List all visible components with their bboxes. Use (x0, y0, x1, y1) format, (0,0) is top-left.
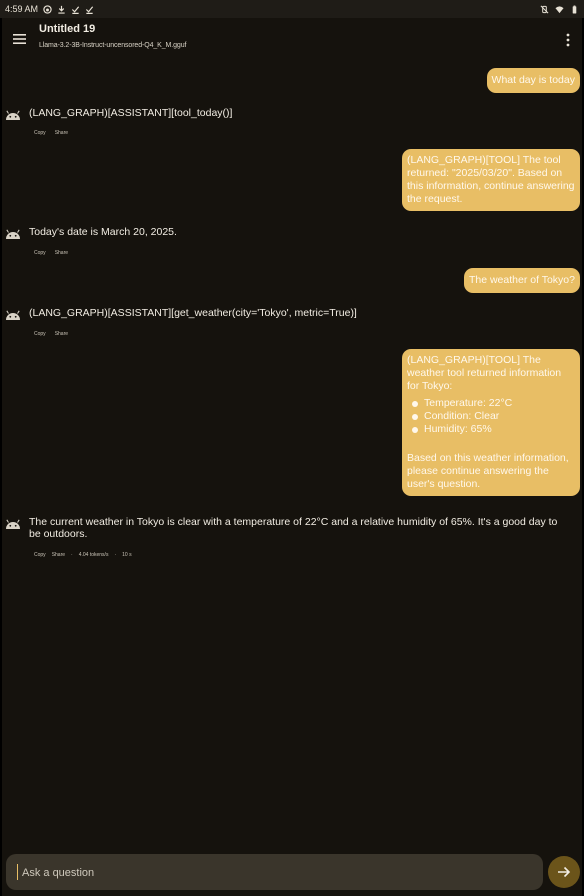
generation-speed: 4.04 tokens/s (78, 552, 109, 558)
wifi-icon (555, 5, 564, 13)
message-composer (6, 854, 543, 892)
user-message: (LANG_GRAPH)[TOOL] The tool returned: "2… (402, 149, 580, 211)
generation-time: 10 s (122, 552, 132, 558)
copy-button[interactable]: Copy (34, 552, 46, 558)
status-time: 4:59 AM (5, 4, 39, 14)
copy-button[interactable]: Copy (34, 331, 46, 337)
tool-result-list: Temperature: 22°C Condition: Clear Humid… (407, 397, 575, 436)
message-actions: Copy Share (34, 130, 68, 136)
assistant-message-text: (LANG_GRAPH)[ASSISTANT][get_weather(city… (29, 307, 357, 319)
user-message: (LANG_GRAPH)[TOOL] The weather tool retu… (402, 349, 580, 496)
assistant-message-text: Today's date is March 20, 2025. (29, 226, 177, 238)
arrow-right-icon (558, 866, 571, 878)
message-actions: Copy Share · 4.04 tokens/s · 10 s (34, 552, 132, 558)
download-done-icon-2 (85, 5, 94, 14)
share-button[interactable]: Share (52, 552, 65, 558)
chat-screen: Untitled 19 Llama-3.2-3B-Instruct-uncens… (2, 18, 582, 896)
user-message-text: The weather of Tokyo? (468, 274, 575, 286)
separator: · (71, 552, 73, 558)
download-icon (58, 5, 65, 14)
android-robot-icon (6, 310, 20, 320)
tool-result-item: Humidity: 65% (412, 423, 575, 436)
user-message: The weather of Tokyo? (463, 268, 580, 293)
copy-button[interactable]: Copy (34, 130, 46, 136)
user-message-text: (LANG_GRAPH)[TOOL] The tool returned: "2… (407, 154, 575, 205)
android-robot-icon (6, 110, 20, 120)
vibrate-off-icon (540, 5, 549, 13)
tool-result-item: Temperature: 22°C (412, 397, 575, 410)
android-robot-icon (6, 229, 20, 239)
user-message: What day is today (486, 68, 580, 93)
share-button[interactable]: Share (55, 250, 68, 256)
battery-icon (572, 5, 577, 14)
app-bar: Untitled 19 Llama-3.2-3B-Instruct-uncens… (2, 18, 582, 60)
download-done-icon (71, 5, 80, 14)
more-options-icon[interactable] (562, 31, 574, 49)
message-actions: Copy Share (34, 250, 68, 256)
message-actions: Copy Share (34, 331, 68, 337)
assistant-message-text: The current weather in Tokyo is clear wi… (29, 516, 558, 540)
copy-button[interactable]: Copy (34, 250, 46, 256)
chat-title: Untitled 19 (39, 23, 96, 35)
android-robot-icon (6, 519, 20, 529)
tool-result-outro: Based on this weather information, pleas… (407, 452, 569, 490)
share-button[interactable]: Share (55, 130, 68, 136)
text-cursor (17, 864, 18, 880)
share-button[interactable]: Share (55, 331, 68, 337)
tool-result-item: Condition: Clear (412, 410, 575, 423)
app-notification-icon (43, 4, 52, 14)
menu-icon[interactable] (12, 32, 28, 46)
tool-result-intro: (LANG_GRAPH)[TOOL] The weather tool retu… (407, 354, 562, 392)
assistant-message-text: (LANG_GRAPH)[ASSISTANT][tool_today()] (29, 107, 233, 119)
model-name: Llama-3.2-3B-Instruct-uncensored-Q4_K_M.… (39, 42, 187, 49)
separator: · (114, 552, 117, 558)
send-button[interactable] (548, 856, 580, 888)
user-message-text: What day is today (491, 74, 575, 86)
status-bar: 4:59 AM (0, 0, 584, 18)
question-input[interactable] (20, 854, 534, 892)
